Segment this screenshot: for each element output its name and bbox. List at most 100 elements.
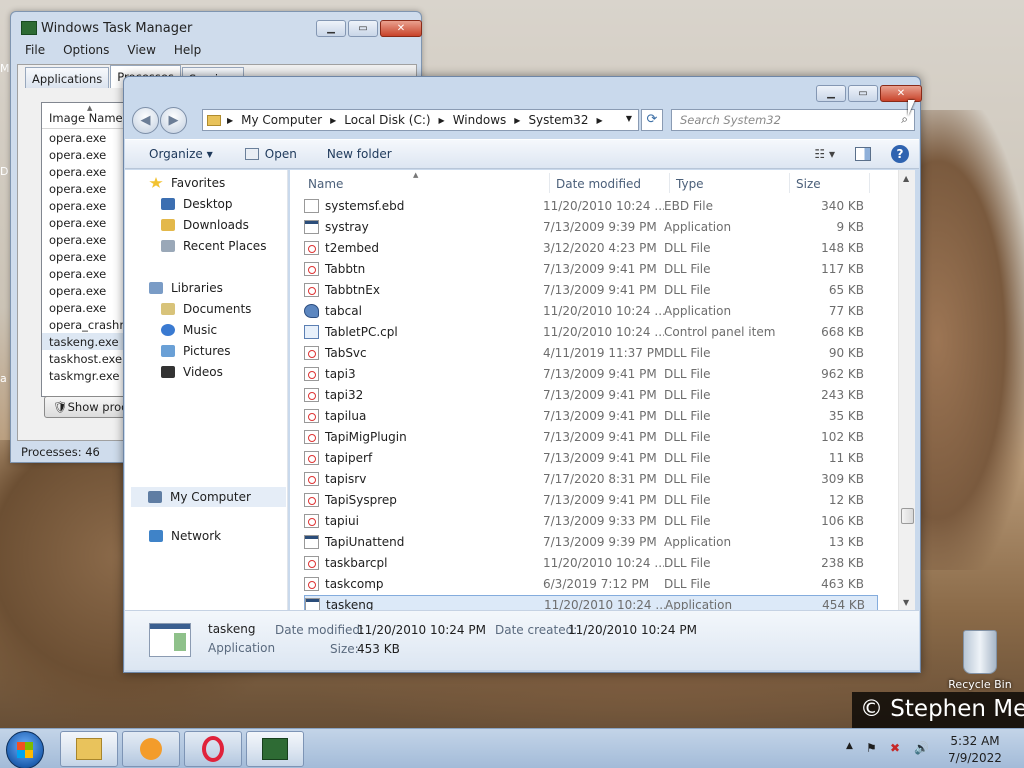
file-row[interactable]: tapiui 7/13/2009 9:33 PM DLL File 106 KB — [304, 511, 878, 531]
taskbar-media-player[interactable] — [122, 731, 180, 767]
process-list[interactable]: ▲ Image Name opera.exe opera.exe opera.exe… — [41, 102, 131, 397]
close-button[interactable]: ✕ — [380, 20, 422, 37]
scroll-down-icon[interactable]: ▼ — [903, 598, 909, 607]
recycle-bin[interactable]: Recycle Bin — [945, 630, 1015, 691]
process-row[interactable]: opera.exe — [42, 265, 130, 282]
taskbar-opera[interactable] — [184, 731, 242, 767]
clock[interactable]: 5:32 AM 7/9/2022 — [940, 733, 1010, 767]
refresh-button[interactable]: ⟳ — [641, 109, 663, 131]
breadcrumb-my-computer[interactable]: My Computer — [241, 113, 322, 127]
scroll-up-icon[interactable]: ▲ — [903, 174, 909, 183]
chevron-right-icon[interactable]: ▶ — [596, 116, 602, 125]
nav-my-computer[interactable]: My Computer — [131, 487, 286, 507]
file-row[interactable]: TapiUnattend 7/13/2009 9:39 PM Application… — [304, 532, 878, 552]
menu-options[interactable]: Options — [51, 41, 115, 61]
help-icon[interactable]: ? — [891, 145, 909, 163]
nav-downloads[interactable]: Downloads — [161, 218, 249, 232]
column-header-type[interactable]: Type — [670, 173, 790, 193]
nav-desktop[interactable]: Desktop — [161, 197, 233, 211]
file-row[interactable]: tapi32 7/13/2009 9:41 PM DLL File 243 KB — [304, 385, 878, 405]
file-row[interactable]: systemsf.ebd 11/20/2010 10:24 ... EBD File… — [304, 196, 878, 216]
file-row[interactable]: tapi3 7/13/2009 9:41 PM DLL File 962 KB — [304, 364, 878, 384]
preview-pane-icon[interactable] — [855, 147, 871, 161]
organize-button[interactable]: Organize ▼ — [149, 147, 213, 161]
network-status-icon[interactable]: ✖ — [890, 741, 900, 755]
desktop-icon-label[interactable]: D — [0, 165, 8, 178]
column-header-date-modified[interactable]: Date modified — [550, 173, 670, 193]
action-center-icon[interactable]: ⚑ — [866, 741, 877, 755]
taskbar-task-manager[interactable] — [246, 731, 304, 767]
nav-videos[interactable]: Videos — [161, 365, 223, 379]
process-row[interactable]: opera.exe — [42, 163, 130, 180]
nav-documents[interactable]: Documents — [161, 302, 251, 316]
explorer-window[interactable]: ▁ ▭ ✕ ◀ ▶ ▶ My Computer ▶ Local Disk (C:… — [123, 76, 922, 673]
process-row[interactable]: opera.exe — [42, 282, 130, 299]
desktop-icon-label[interactable]: M — [0, 62, 10, 75]
file-row[interactable]: tapiperf 7/13/2009 9:41 PM DLL File 11 KB — [304, 448, 878, 468]
scrollbar-thumb[interactable] — [901, 508, 914, 524]
taskbar-explorer[interactable] — [60, 731, 118, 767]
chevron-down-icon[interactable]: ▼ — [626, 114, 632, 123]
desktop-icon-label[interactable]: a — [0, 372, 7, 385]
process-row[interactable]: opera.exe — [42, 180, 130, 197]
file-row[interactable]: taskcomp 6/3/2019 7:12 PM DLL File 463 KB — [304, 574, 878, 594]
menu-help[interactable]: Help — [162, 41, 207, 61]
file-row[interactable]: tapilua 7/13/2009 9:41 PM DLL File 35 KB — [304, 406, 878, 426]
search-icon[interactable]: ⌕ — [901, 112, 908, 127]
process-row[interactable]: opera.exe — [42, 248, 130, 265]
nav-libraries[interactable]: Libraries — [149, 281, 223, 295]
view-options-icon[interactable]: ☷ ▾ — [814, 147, 835, 161]
nav-music[interactable]: Music — [161, 323, 217, 337]
file-row[interactable]: TabletPC.cpl 11/20/2010 10:24 ... Control … — [304, 322, 878, 342]
process-row[interactable]: opera.exe — [42, 299, 130, 316]
file-row[interactable]: TabbtnEx 7/13/2009 9:41 PM DLL File 65 KB — [304, 280, 878, 300]
chevron-right-icon[interactable]: ▶ — [439, 116, 445, 125]
open-button[interactable]: Open — [244, 147, 297, 161]
new-folder-button[interactable]: New folder — [327, 147, 392, 161]
minimize-button[interactable]: ▁ — [316, 20, 346, 37]
maximize-button[interactable]: ▭ — [848, 85, 878, 102]
tab-applications[interactable]: Applications — [25, 67, 110, 88]
file-row[interactable]: tapisrv 7/17/2020 8:31 PM DLL File 309 KB — [304, 469, 878, 489]
maximize-button[interactable]: ▭ — [348, 20, 378, 37]
volume-icon[interactable]: 🔊 — [914, 741, 929, 755]
file-row[interactable]: t2embed 3/12/2020 4:23 PM DLL File 148 KB — [304, 238, 878, 258]
process-row[interactable]: opera.exe — [42, 214, 130, 231]
nav-network[interactable]: Network — [149, 529, 221, 543]
menu-view[interactable]: View — [115, 41, 161, 61]
nav-pictures[interactable]: Pictures — [161, 344, 231, 358]
chevron-right-icon[interactable]: ▶ — [514, 116, 520, 125]
chevron-right-icon[interactable]: ▶ — [227, 116, 233, 125]
minimize-button[interactable]: ▁ — [816, 85, 846, 102]
process-row[interactable]: opera.exe — [42, 231, 130, 248]
file-row[interactable]: TabSvc 4/11/2019 11:37 PM DLL File 90 KB — [304, 343, 878, 363]
file-row[interactable]: taskbarcpl 11/20/2010 10:24 ... DLL File 23… — [304, 553, 878, 573]
process-row[interactable]: opera_crashr... — [42, 316, 130, 333]
breadcrumb-system32[interactable]: System32 — [528, 113, 588, 127]
chevron-right-icon[interactable]: ▶ — [330, 116, 336, 125]
show-hidden-icons-icon[interactable]: ▲ — [846, 741, 853, 751]
show-all-processes-button[interactable]: 🛡Show processes from all users — [44, 396, 134, 418]
process-row[interactable]: taskeng.exe — [42, 333, 130, 350]
file-row[interactable]: Tabbtn 7/13/2009 9:41 PM DLL File 117 KB — [304, 259, 878, 279]
column-header-image-name[interactable]: ▲ Image Name — [42, 103, 130, 129]
menu-file[interactable]: File — [13, 41, 51, 61]
file-row[interactable]: systray 7/13/2009 9:39 PM Application 9 KB — [304, 217, 878, 237]
start-button[interactable] — [6, 731, 44, 768]
address-bar[interactable]: ▶ My Computer ▶ Local Disk (C:) ▶ Window… — [202, 109, 639, 131]
process-row[interactable]: opera.exe — [42, 146, 130, 163]
process-row[interactable]: taskmgr.exe — [42, 367, 130, 384]
forward-button[interactable]: ▶ — [160, 107, 187, 134]
process-row[interactable]: opera.exe — [42, 197, 130, 214]
file-row[interactable]: TapiMigPlugin 7/13/2009 9:41 PM DLL File 10… — [304, 427, 878, 447]
breadcrumb-local-disk[interactable]: Local Disk (C:) — [344, 113, 430, 127]
nav-favorites[interactable]: Favorites — [149, 176, 225, 190]
vertical-scrollbar[interactable]: ▲ ▼ — [898, 170, 915, 610]
nav-recent-places[interactable]: Recent Places — [161, 239, 266, 253]
file-row[interactable]: TapiSysprep 7/13/2009 9:41 PM DLL File 12 K… — [304, 490, 878, 510]
column-header-name[interactable]: ▲ Name — [290, 171, 550, 193]
process-row[interactable]: taskhost.exe — [42, 350, 130, 367]
column-header-size[interactable]: Size — [790, 173, 870, 193]
back-button[interactable]: ◀ — [132, 107, 159, 134]
breadcrumb-windows[interactable]: Windows — [453, 113, 507, 127]
